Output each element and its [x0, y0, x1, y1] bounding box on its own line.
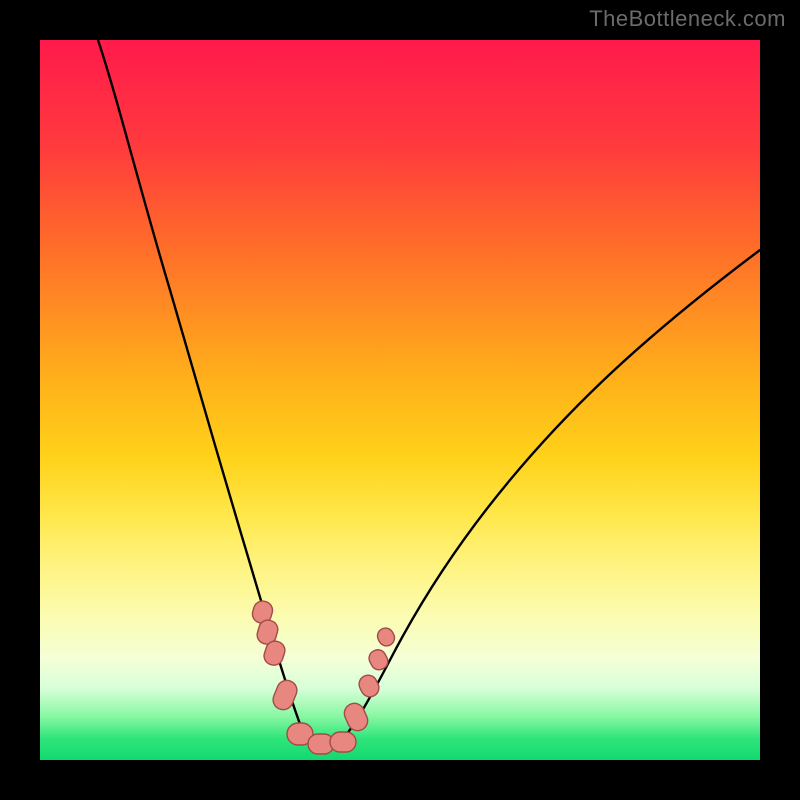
watermark-text: TheBottleneck.com: [589, 6, 786, 32]
plot-area: [40, 40, 760, 760]
bead-cluster: [250, 599, 397, 754]
chart-frame: TheBottleneck.com: [0, 0, 800, 800]
bead: [330, 732, 356, 752]
bead: [356, 672, 382, 700]
bead: [375, 625, 398, 648]
chart-svg: [40, 40, 760, 760]
curve-right-branch: [340, 250, 760, 742]
bead: [270, 677, 300, 712]
bead: [366, 647, 390, 673]
bottleneck-curve: [98, 40, 760, 747]
